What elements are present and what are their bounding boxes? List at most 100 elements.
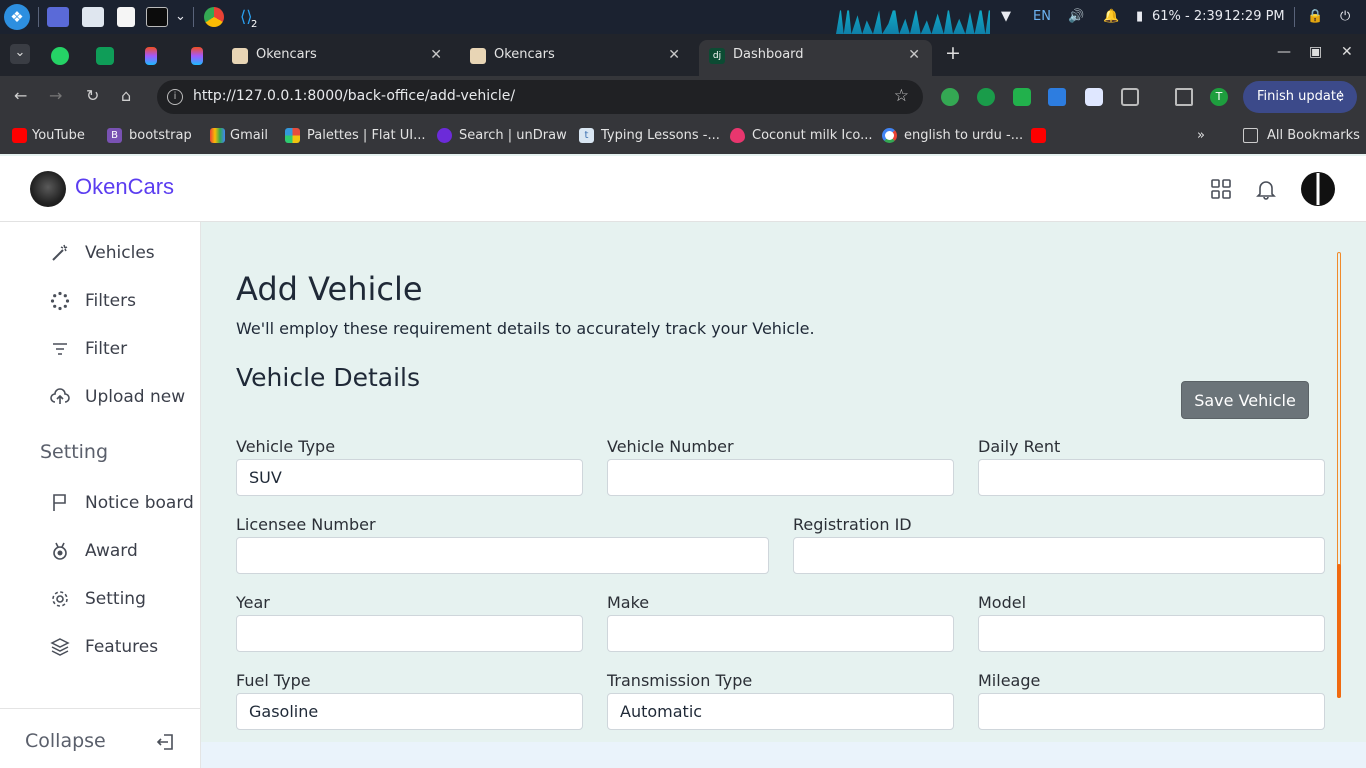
bookmark-google-translate[interactable]: english to urdu -... [882, 127, 1023, 145]
maximize-icon[interactable]: ▣ [1309, 44, 1322, 60]
apps-grid-icon[interactable] [1210, 178, 1232, 200]
bookmark-coconut[interactable]: Coconut milk Ico... [730, 127, 873, 145]
brand-logo[interactable] [30, 171, 66, 207]
bookmark-palettes[interactable]: Palettes | Flat UI... [285, 127, 425, 145]
bookmark-star-icon[interactable]: ☆ [894, 86, 909, 106]
close-tab-icon[interactable]: ✕ [908, 40, 920, 70]
make-field[interactable] [607, 615, 954, 652]
figma-pinned-tab-icon[interactable] [145, 47, 157, 65]
licensee-number-field[interactable] [236, 537, 769, 574]
back-icon[interactable]: ← [14, 86, 27, 105]
tab-label: Dashboard [733, 47, 804, 62]
bookmark-gmail[interactable]: Gmail [210, 127, 268, 145]
finish-update-label: Finish update [1257, 89, 1344, 104]
extension-font-icon[interactable] [1048, 88, 1066, 106]
sidebar-item-upload-new[interactable]: Upload new [50, 385, 200, 409]
scrollbar-thumb[interactable] [1337, 564, 1341, 698]
sidebar-item-features[interactable]: Features [50, 635, 200, 659]
vehicle-number-field[interactable] [607, 459, 954, 496]
app-launcher-icon[interactable]: ❖ [4, 4, 30, 30]
year-field[interactable] [236, 615, 583, 652]
terminal-icon[interactable] [146, 7, 168, 27]
model-field[interactable] [978, 615, 1325, 652]
sheets-pinned-tab-icon[interactable] [96, 47, 114, 65]
file-manager-icon[interactable] [82, 7, 104, 27]
save-vehicle-button[interactable]: Save Vehicle [1181, 381, 1309, 419]
chevron-down-icon[interactable]: ⌄ [175, 8, 186, 26]
close-tab-icon[interactable]: ✕ [668, 40, 680, 70]
all-bookmarks[interactable]: All Bookmarks [1243, 127, 1360, 145]
bookmark-label: Gmail [230, 128, 268, 143]
user-avatar[interactable] [1300, 171, 1336, 207]
close-tab-icon[interactable]: ✕ [430, 40, 442, 70]
sidebar-item-setting[interactable]: Setting [50, 587, 200, 611]
sidebar-item-label: Setting [85, 589, 146, 609]
home-icon[interactable]: ⌂ [121, 86, 131, 105]
whatsapp-pinned-tab-icon[interactable] [51, 47, 69, 65]
extension-plus-icon[interactable] [941, 88, 959, 106]
sidebar-item-notice-board[interactable]: Notice board [50, 491, 200, 515]
sidebar-item-award[interactable]: Award [50, 539, 200, 563]
wifi-icon[interactable]: ▼ [1001, 8, 1011, 26]
tab-search-icon[interactable]: ⌄ [10, 44, 30, 64]
registration-id-field[interactable] [793, 537, 1325, 574]
clock[interactable]: 12:29 PM [1224, 8, 1285, 26]
mileage-label: Mileage [978, 671, 1041, 690]
bookmarks-overflow-icon[interactable]: » [1197, 127, 1205, 145]
palette-icon [285, 128, 300, 143]
site-info-icon[interactable]: i [167, 89, 183, 105]
bookmark-youtube[interactable]: YouTube [12, 127, 85, 145]
extension-screen-icon[interactable] [1085, 88, 1103, 106]
url-text[interactable]: http://127.0.0.1:8000/back-office/add-ve… [193, 88, 515, 104]
figma-pinned-tab-icon[interactable] [191, 47, 203, 65]
fuel-type-field[interactable]: Gasoline [236, 693, 583, 730]
desktop-app-icon[interactable] [47, 7, 69, 27]
language-indicator[interactable]: EN [1033, 8, 1051, 26]
lock-icon[interactable]: 🔒 [1307, 8, 1323, 26]
bookmark-undraw[interactable]: Search | unDraw [437, 127, 567, 145]
notification-bell-icon[interactable] [1255, 178, 1277, 200]
sidebar-item-filter[interactable]: Filter [50, 337, 200, 361]
bookmark-label: bootstrap [129, 128, 192, 143]
extension-shield-icon[interactable] [1013, 88, 1031, 106]
collapse-button[interactable]: Collapse [0, 708, 200, 768]
tab-dashboard[interactable]: dj Dashboard ✕ [699, 40, 932, 76]
flag-icon [53, 494, 66, 511]
address-bar[interactable]: i http://127.0.0.1:8000/back-office/add-… [157, 80, 923, 114]
sidebar-item-filters[interactable]: Filters [50, 289, 200, 313]
close-window-icon[interactable]: ✕ [1341, 44, 1353, 60]
side-panel-icon[interactable] [1175, 88, 1193, 106]
sidebar-item-vehicles[interactable]: Vehicles [50, 241, 200, 265]
transmission-type-label: Transmission Type [607, 671, 753, 690]
year-label: Year [236, 593, 270, 612]
minimize-icon[interactable]: — [1277, 44, 1291, 60]
extension-eye-icon[interactable] [977, 88, 995, 106]
volume-icon[interactable]: 🔊 [1068, 8, 1084, 26]
text-editor-icon[interactable] [117, 7, 135, 27]
bookmark-youtube-2[interactable] [1031, 127, 1046, 145]
kebab-menu-icon[interactable]: ⋮ [1334, 81, 1347, 113]
tab-okencars[interactable]: Okencars ✕ [460, 40, 692, 76]
vehicle-type-field[interactable]: SUV [236, 459, 583, 496]
new-tab-icon[interactable]: + [945, 42, 961, 64]
brand-name[interactable]: OkenCars [75, 174, 174, 200]
bookmark-bootstrap[interactable]: Bbootstrap [107, 127, 192, 145]
transmission-type-field[interactable]: Automatic [607, 693, 954, 730]
section-title: Vehicle Details [236, 363, 421, 392]
reload-icon[interactable]: ↻ [86, 86, 99, 105]
notification-bell-icon[interactable]: 🔔 [1103, 8, 1119, 26]
profile-avatar[interactable]: T [1210, 88, 1228, 106]
finish-update-button[interactable]: Finish update ⋮ [1243, 81, 1357, 113]
mileage-field[interactable] [978, 693, 1325, 730]
sidebar: Vehicles Filters Filter Upload new Setti… [0, 222, 201, 768]
youtube-icon [1031, 128, 1046, 143]
daily-rent-field[interactable] [978, 459, 1325, 496]
tab-okencars[interactable]: Okencars ✕ [222, 40, 454, 76]
chrome-icon[interactable] [204, 7, 224, 27]
bookmark-typing[interactable]: t Typing Lessons -... [579, 127, 720, 145]
extensions-puzzle-icon[interactable] [1121, 88, 1139, 106]
bookmarks-bar: YouTube Bbootstrap Gmail Palettes | Flat… [0, 118, 1366, 154]
power-icon[interactable]: ⏻ [1340, 8, 1350, 26]
okencars-favicon-icon [232, 48, 248, 64]
forward-icon[interactable]: → [49, 86, 62, 105]
